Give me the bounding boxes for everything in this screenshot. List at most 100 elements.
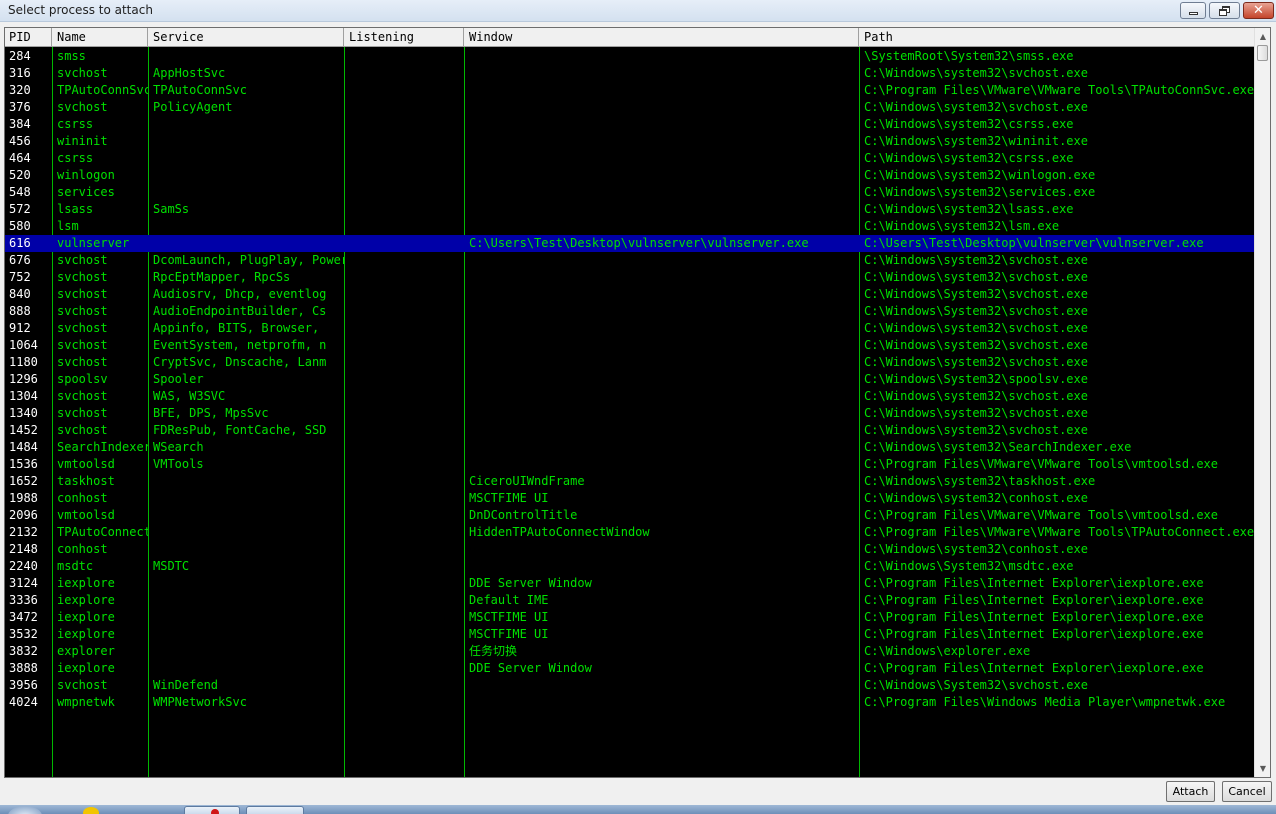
window-cell: DDE Server Window [469,661,592,675]
listening-cell [345,507,464,524]
process-row[interactable]: 284 smss \SystemRoot\System32\smss.exe [5,48,1254,65]
process-row[interactable]: 520 winlogon C:\Windows\system32\winlogon.… [5,167,1254,184]
internet-explorer-icon[interactable] [83,807,99,814]
pid-cell: 2148 [9,542,38,556]
process-row[interactable]: 320 TPAutoConnSvc TPAutoConnSvc C:\Program … [5,82,1254,99]
process-row[interactable]: 912 svchost Appinfo, BITS, Browser, C:\Wind… [5,320,1254,337]
name-cell: svchost [57,270,108,284]
process-row[interactable]: 3124 iexplore DDE Server Window C:\Program … [5,575,1254,592]
process-list[interactable]: PID Name Service Listening Window Path 2… [4,27,1271,778]
path-cell: C:\Program Files\VMware\VMware Tools\vmt… [864,457,1219,471]
taskbar-item[interactable] [184,806,240,814]
window-cell [465,337,859,354]
process-row[interactable]: 3532 iexplore MSCTFIME UI C:\Program Files\… [5,626,1254,643]
process-row[interactable]: 1340 svchost BFE, DPS, MpsSvc C:\Windows\sy… [5,405,1254,422]
process-row[interactable]: 1296 spoolsv Spooler C:\Windows\System32\sp… [5,371,1254,388]
pid-cell: 1064 [9,338,38,352]
scroll-thumb[interactable] [1257,45,1268,61]
column-header-pid[interactable]: PID [5,28,52,47]
process-row[interactable]: 376 svchost PolicyAgent C:\Windows\system32… [5,99,1254,116]
window-cell [465,405,859,422]
pid-cell: 4024 [9,695,38,709]
process-row[interactable]: 1652 taskhost CiceroUIWndFrame C:\Windows\s… [5,473,1254,490]
pid-cell: 580 [9,219,31,233]
service-cell: SamSs [153,202,190,216]
taskbar-item[interactable] [246,806,304,814]
process-row[interactable]: 548 services C:\Windows\system32\services.… [5,184,1254,201]
process-row[interactable]: 888 svchost AudioEndpointBuilder, Cs C:\Win… [5,303,1254,320]
process-row[interactable]: 1484 SearchIndexer WSearch C:\Windows\syste… [5,439,1254,456]
process-row[interactable]: 1064 svchost EventSystem, netprofm, n C:\Wi… [5,337,1254,354]
process-row[interactable]: 3472 iexplore MSCTFIME UI C:\Program Files\… [5,609,1254,626]
name-cell: vmtoolsd [57,457,115,471]
listening-cell [345,422,464,439]
column-header-window[interactable]: Window [465,28,859,47]
path-cell: C:\Windows\system32\svchost.exe [864,355,1088,369]
process-row[interactable]: 4024 wmpnetwk WMPNetworkSvc C:\Program File… [5,694,1254,711]
process-row[interactable]: 3832 explorer 任务切换 C:\Windows\explorer.exe [5,643,1254,660]
name-cell: wininit [57,134,108,148]
listening-cell [345,167,464,184]
process-row[interactable]: 2096 vmtoolsd DnDControlTitle C:\Program Fi… [5,507,1254,524]
process-row[interactable]: 3888 iexplore DDE Server Window C:\Program … [5,660,1254,677]
process-row[interactable]: 1536 vmtoolsd VMTools C:\Program Files\VMwa… [5,456,1254,473]
process-row[interactable]: 2240 msdtc MSDTC C:\Windows\System32\msdtc.… [5,558,1254,575]
start-button[interactable] [8,806,42,814]
path-cell: C:\Windows\system32\lsass.exe [864,202,1074,216]
process-row[interactable]: 464 csrss C:\Windows\system32\csrss.exe [5,150,1254,167]
process-row[interactable]: 1452 svchost FDResPub, FontCache, SSD C:\Wi… [5,422,1254,439]
attach-button[interactable]: Attach [1166,781,1215,802]
process-row[interactable]: 3336 iexplore Default IME C:\Program Files\… [5,592,1254,609]
process-row[interactable]: 676 svchost DcomLaunch, PlugPlay, Power C:\… [5,252,1254,269]
process-row[interactable]: 1180 svchost CryptSvc, Dnscache, Lanm C:\Wi… [5,354,1254,371]
minimize-button[interactable] [1180,2,1206,19]
name-cell: svchost [57,253,108,267]
service-cell [149,660,344,677]
close-button[interactable]: ✕ [1243,2,1274,19]
service-cell: WSearch [153,440,204,454]
listening-cell [345,456,464,473]
maximize-button[interactable] [1209,2,1240,19]
path-cell: C:\Windows\system32\svchost.exe [864,66,1088,80]
process-row[interactable]: 752 svchost RpcEptMapper, RpcSs C:\Windows\… [5,269,1254,286]
window-cell [465,694,859,711]
process-row[interactable]: 1304 svchost WAS, W3SVC C:\Windows\system32… [5,388,1254,405]
column-header-name[interactable]: Name [53,28,148,47]
window-cell: C:\Users\Test\Desktop\vulnserver\vulnser… [469,236,809,250]
scroll-down-arrow-icon[interactable]: ▼ [1255,760,1270,777]
process-row[interactable]: 1988 conhost MSCTFIME UI C:\Windows\system3… [5,490,1254,507]
process-row[interactable]: 2132 TPAutoConnect HiddenTPAutoConnectWind… [5,524,1254,541]
path-cell: C:\Windows\system32\csrss.exe [864,117,1074,131]
listening-cell [345,592,464,609]
path-cell: C:\Windows\system32\wininit.exe [864,134,1088,148]
path-cell: C:\Windows\system32\svchost.exe [864,321,1088,335]
path-cell: C:\Program Files\Internet Explorer\iexpl… [864,661,1204,675]
window-cell [465,167,859,184]
cancel-button[interactable]: Cancel [1222,781,1272,802]
column-header-service[interactable]: Service [149,28,344,47]
process-row[interactable]: 580 lsm C:\Windows\system32\lsm.exe [5,218,1254,235]
process-row[interactable]: 3956 svchost WinDefend C:\Windows\System32\… [5,677,1254,694]
name-cell: conhost [57,491,108,505]
scroll-up-arrow-icon[interactable]: ▲ [1255,28,1270,45]
pid-cell: 2096 [9,508,38,522]
process-row[interactable]: 316 svchost AppHostSvc C:\Windows\system32\… [5,65,1254,82]
process-row[interactable]: 572 lsass SamSs C:\Windows\system32\lsass.e… [5,201,1254,218]
listening-cell [345,235,464,252]
vertical-scrollbar[interactable]: ▲ ▼ [1254,28,1270,777]
listening-cell [345,643,464,660]
column-header-path[interactable]: Path [860,28,1254,47]
service-cell [149,609,344,626]
title-bar[interactable]: Select process to attach ✕ [0,0,1276,22]
process-row[interactable]: 384 csrss C:\Windows\system32\csrss.exe [5,116,1254,133]
process-row[interactable]: 616 vulnserver C:\Users\Test\Desktop\vulns… [5,235,1254,252]
column-header-listening[interactable]: Listening [345,28,464,47]
process-row[interactable]: 456 wininit C:\Windows\system32\wininit.ex… [5,133,1254,150]
listening-cell [345,150,464,167]
process-row[interactable]: 2148 conhost C:\Windows\system32\conhost.e… [5,541,1254,558]
path-cell: C:\Windows\System32\spoolsv.exe [864,372,1088,386]
process-row[interactable]: 840 svchost Audiosrv, Dhcp, eventlog C:\Win… [5,286,1254,303]
window-cell: DDE Server Window [469,576,592,590]
service-cell [149,48,344,65]
path-cell: C:\Windows\system32\SearchIndexer.exe [864,440,1132,454]
